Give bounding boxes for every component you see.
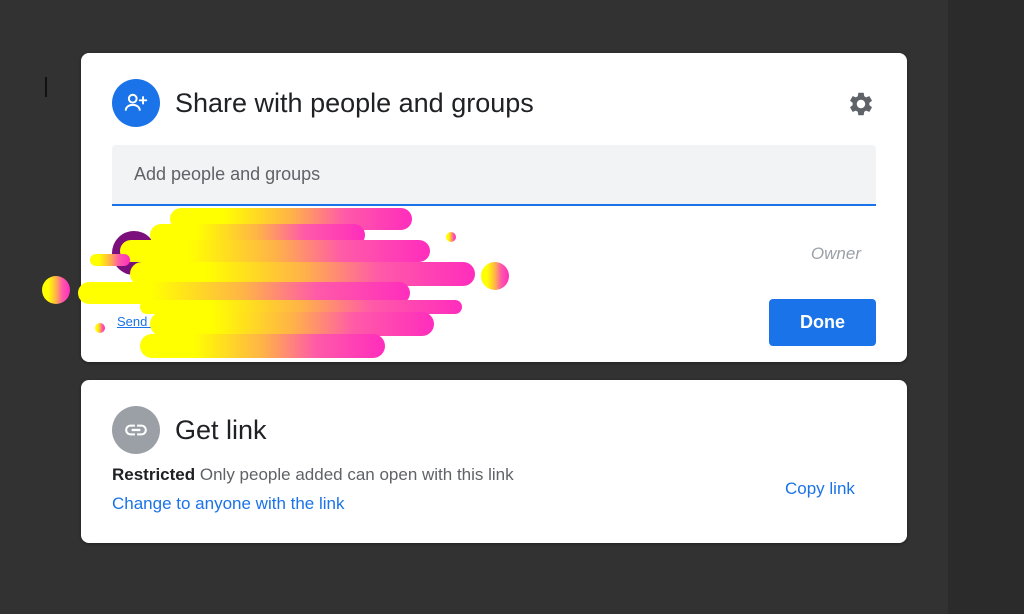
add-people-input[interactable] bbox=[112, 145, 876, 204]
side-panel bbox=[948, 0, 1024, 614]
add-people-field bbox=[112, 145, 876, 206]
send-feedback-link[interactable]: Send feedback bbox=[117, 314, 204, 329]
page-backdrop: Share with people and groups Owner Send … bbox=[0, 0, 1024, 614]
share-dialog: Share with people and groups Owner Send … bbox=[81, 53, 907, 362]
settings-button[interactable] bbox=[845, 88, 877, 120]
person-add-icon bbox=[112, 79, 160, 127]
access-description-text: Only people added can open with this lin… bbox=[199, 465, 514, 484]
link-icon bbox=[112, 406, 160, 454]
get-link-panel: Get link Restricted Only people added ca… bbox=[81, 380, 907, 543]
done-button[interactable]: Done bbox=[769, 299, 876, 346]
person-row[interactable]: Owner bbox=[112, 223, 876, 283]
change-access-link[interactable]: Change to anyone with the link bbox=[112, 494, 345, 514]
avatar bbox=[112, 231, 156, 275]
get-link-title: Get link bbox=[175, 414, 267, 445]
get-link-header: Get link bbox=[112, 406, 267, 454]
link-access-description: Restricted Only people added can open wi… bbox=[112, 465, 514, 485]
gear-icon bbox=[850, 92, 872, 116]
access-level-label[interactable]: Restricted bbox=[112, 465, 195, 484]
text-cursor bbox=[45, 77, 47, 97]
copy-link-button[interactable]: Copy link bbox=[785, 479, 855, 499]
role-label: Owner bbox=[810, 244, 861, 263]
share-header: Share with people and groups bbox=[112, 79, 534, 127]
share-title: Share with people and groups bbox=[175, 87, 534, 118]
